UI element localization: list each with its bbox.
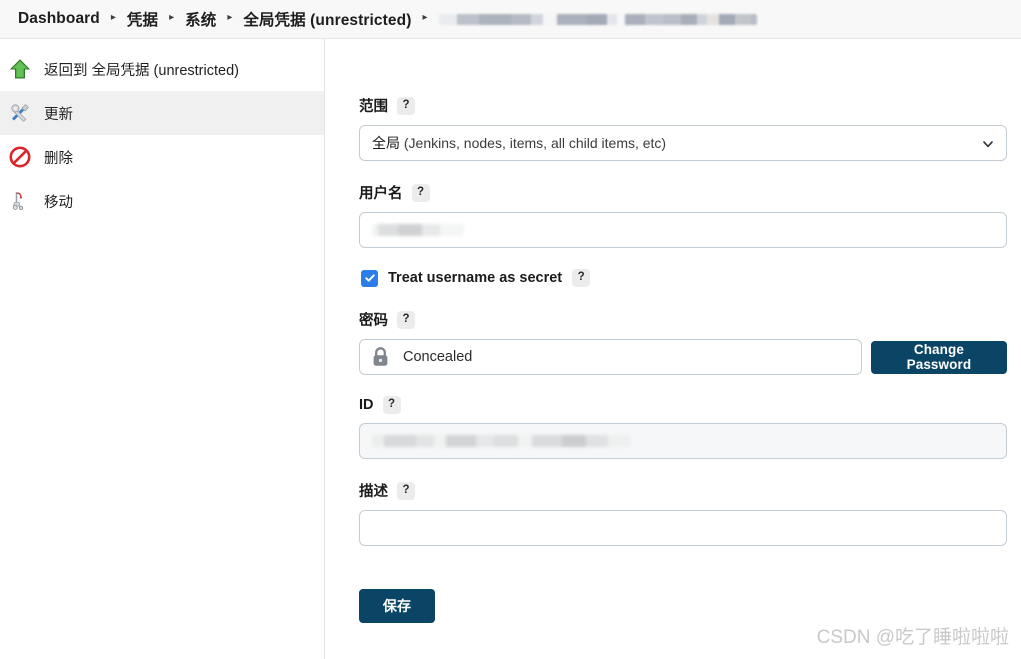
save-button[interactable]: 保存 bbox=[359, 589, 435, 623]
sidebar-item-back-to-global-credentials[interactable]: 返回到 全局凭据 (unrestricted) bbox=[0, 47, 324, 91]
password-value: Concealed bbox=[403, 349, 473, 365]
username-input[interactable] bbox=[359, 212, 1007, 248]
no-entry-icon bbox=[8, 145, 32, 169]
treat-username-as-secret-label: Treat username as secret bbox=[388, 270, 563, 286]
sidebar-item-move[interactable]: 移动 bbox=[0, 179, 324, 223]
breadcrumb-separator: ▸ bbox=[110, 12, 116, 23]
sidebar-item-delete[interactable]: 删除 bbox=[0, 135, 324, 179]
help-icon[interactable]: ? bbox=[572, 269, 591, 287]
scope-value-main: 全局 bbox=[372, 135, 400, 151]
breadcrumb-separator: ▸ bbox=[169, 12, 175, 23]
help-icon[interactable]: ? bbox=[397, 481, 415, 500]
field-label-row: 描述 ? bbox=[359, 480, 1007, 501]
sidebar-item-label: 更新 bbox=[44, 106, 73, 123]
id-input bbox=[359, 423, 1007, 459]
scope-value-detail: (Jenkins, nodes, items, all child items,… bbox=[400, 135, 667, 151]
sidebar-item-label: 删除 bbox=[44, 150, 73, 167]
help-icon[interactable]: ? bbox=[397, 310, 415, 329]
crane-icon bbox=[8, 189, 32, 213]
breadcrumb-item-global-credentials[interactable]: 全局凭据 (unrestricted) bbox=[235, 8, 419, 30]
field-label-row: 密码 ? bbox=[359, 309, 1007, 330]
treat-username-as-secret-checkbox[interactable] bbox=[361, 269, 378, 287]
help-icon[interactable]: ? bbox=[397, 96, 415, 115]
field-id: ID ? bbox=[359, 396, 1007, 459]
breadcrumb-item-redacted[interactable] bbox=[438, 13, 757, 25]
sidebar-item-label: 返回到 全局凭据 (unrestricted) bbox=[44, 62, 239, 79]
field-label-row: ID ? bbox=[359, 396, 1007, 414]
watermark: CSDN @吃了睡啦啦啦 bbox=[816, 627, 1009, 648]
sidebar-item-update[interactable]: 更新 bbox=[0, 91, 324, 135]
scope-select[interactable]: 全局 (Jenkins, nodes, items, all child ite… bbox=[359, 125, 1007, 161]
breadcrumb-item-system[interactable]: 系统 bbox=[177, 8, 224, 30]
scope-label: 范围 bbox=[359, 99, 388, 115]
lock-icon bbox=[370, 346, 391, 368]
field-label-row: 用户名 ? bbox=[359, 182, 1007, 203]
field-description: 描述 ? bbox=[359, 480, 1007, 546]
password-row: Concealed Change Password bbox=[359, 339, 1007, 375]
id-label: ID bbox=[359, 397, 374, 413]
up-arrow-icon bbox=[8, 57, 32, 81]
sidebar-item-label: 移动 bbox=[44, 194, 73, 211]
credential-form: 范围 ? 全局 (Jenkins, nodes, items, all chil… bbox=[325, 39, 1021, 659]
description-input[interactable] bbox=[359, 510, 1007, 546]
password-label: 密码 bbox=[359, 313, 388, 329]
username-redacted-value bbox=[372, 224, 464, 236]
change-password-button[interactable]: Change Password bbox=[870, 340, 1007, 374]
scope-select-value: 全局 (Jenkins, nodes, items, all child ite… bbox=[372, 133, 666, 153]
sidebar: 返回到 全局凭据 (unrestricted) 更新 删除 移动 bbox=[0, 39, 325, 659]
field-username: 用户名 ? bbox=[359, 182, 1007, 248]
help-icon[interactable]: ? bbox=[382, 396, 401, 414]
breadcrumb-item-credentials[interactable]: 凭据 bbox=[119, 8, 166, 30]
body-layout: 返回到 全局凭据 (unrestricted) 更新 删除 移动 范围 ? 全局… bbox=[0, 39, 1021, 659]
breadcrumb-item-dashboard[interactable]: Dashboard bbox=[10, 10, 108, 28]
tools-icon bbox=[8, 101, 32, 125]
treat-username-as-secret-row: Treat username as secret ? bbox=[361, 269, 1007, 287]
field-password: 密码 ? Concealed Change Password bbox=[359, 309, 1007, 375]
id-redacted-value bbox=[372, 435, 630, 447]
description-label: 描述 bbox=[359, 484, 388, 500]
breadcrumb-separator: ▸ bbox=[422, 12, 428, 23]
help-icon[interactable]: ? bbox=[411, 183, 430, 202]
breadcrumb: Dashboard ▸ 凭据 ▸ 系统 ▸ 全局凭据 (unrestricted… bbox=[0, 0, 1021, 39]
page-root: Dashboard ▸ 凭据 ▸ 系统 ▸ 全局凭据 (unrestricted… bbox=[0, 0, 1021, 659]
breadcrumb-separator: ▸ bbox=[227, 12, 233, 23]
password-display-field: Concealed bbox=[359, 339, 862, 375]
username-label: 用户名 bbox=[359, 186, 403, 202]
field-scope: 范围 ? 全局 (Jenkins, nodes, items, all chil… bbox=[359, 95, 1007, 161]
chevron-down-icon bbox=[982, 137, 994, 149]
field-label-row: 范围 ? bbox=[359, 95, 1007, 116]
